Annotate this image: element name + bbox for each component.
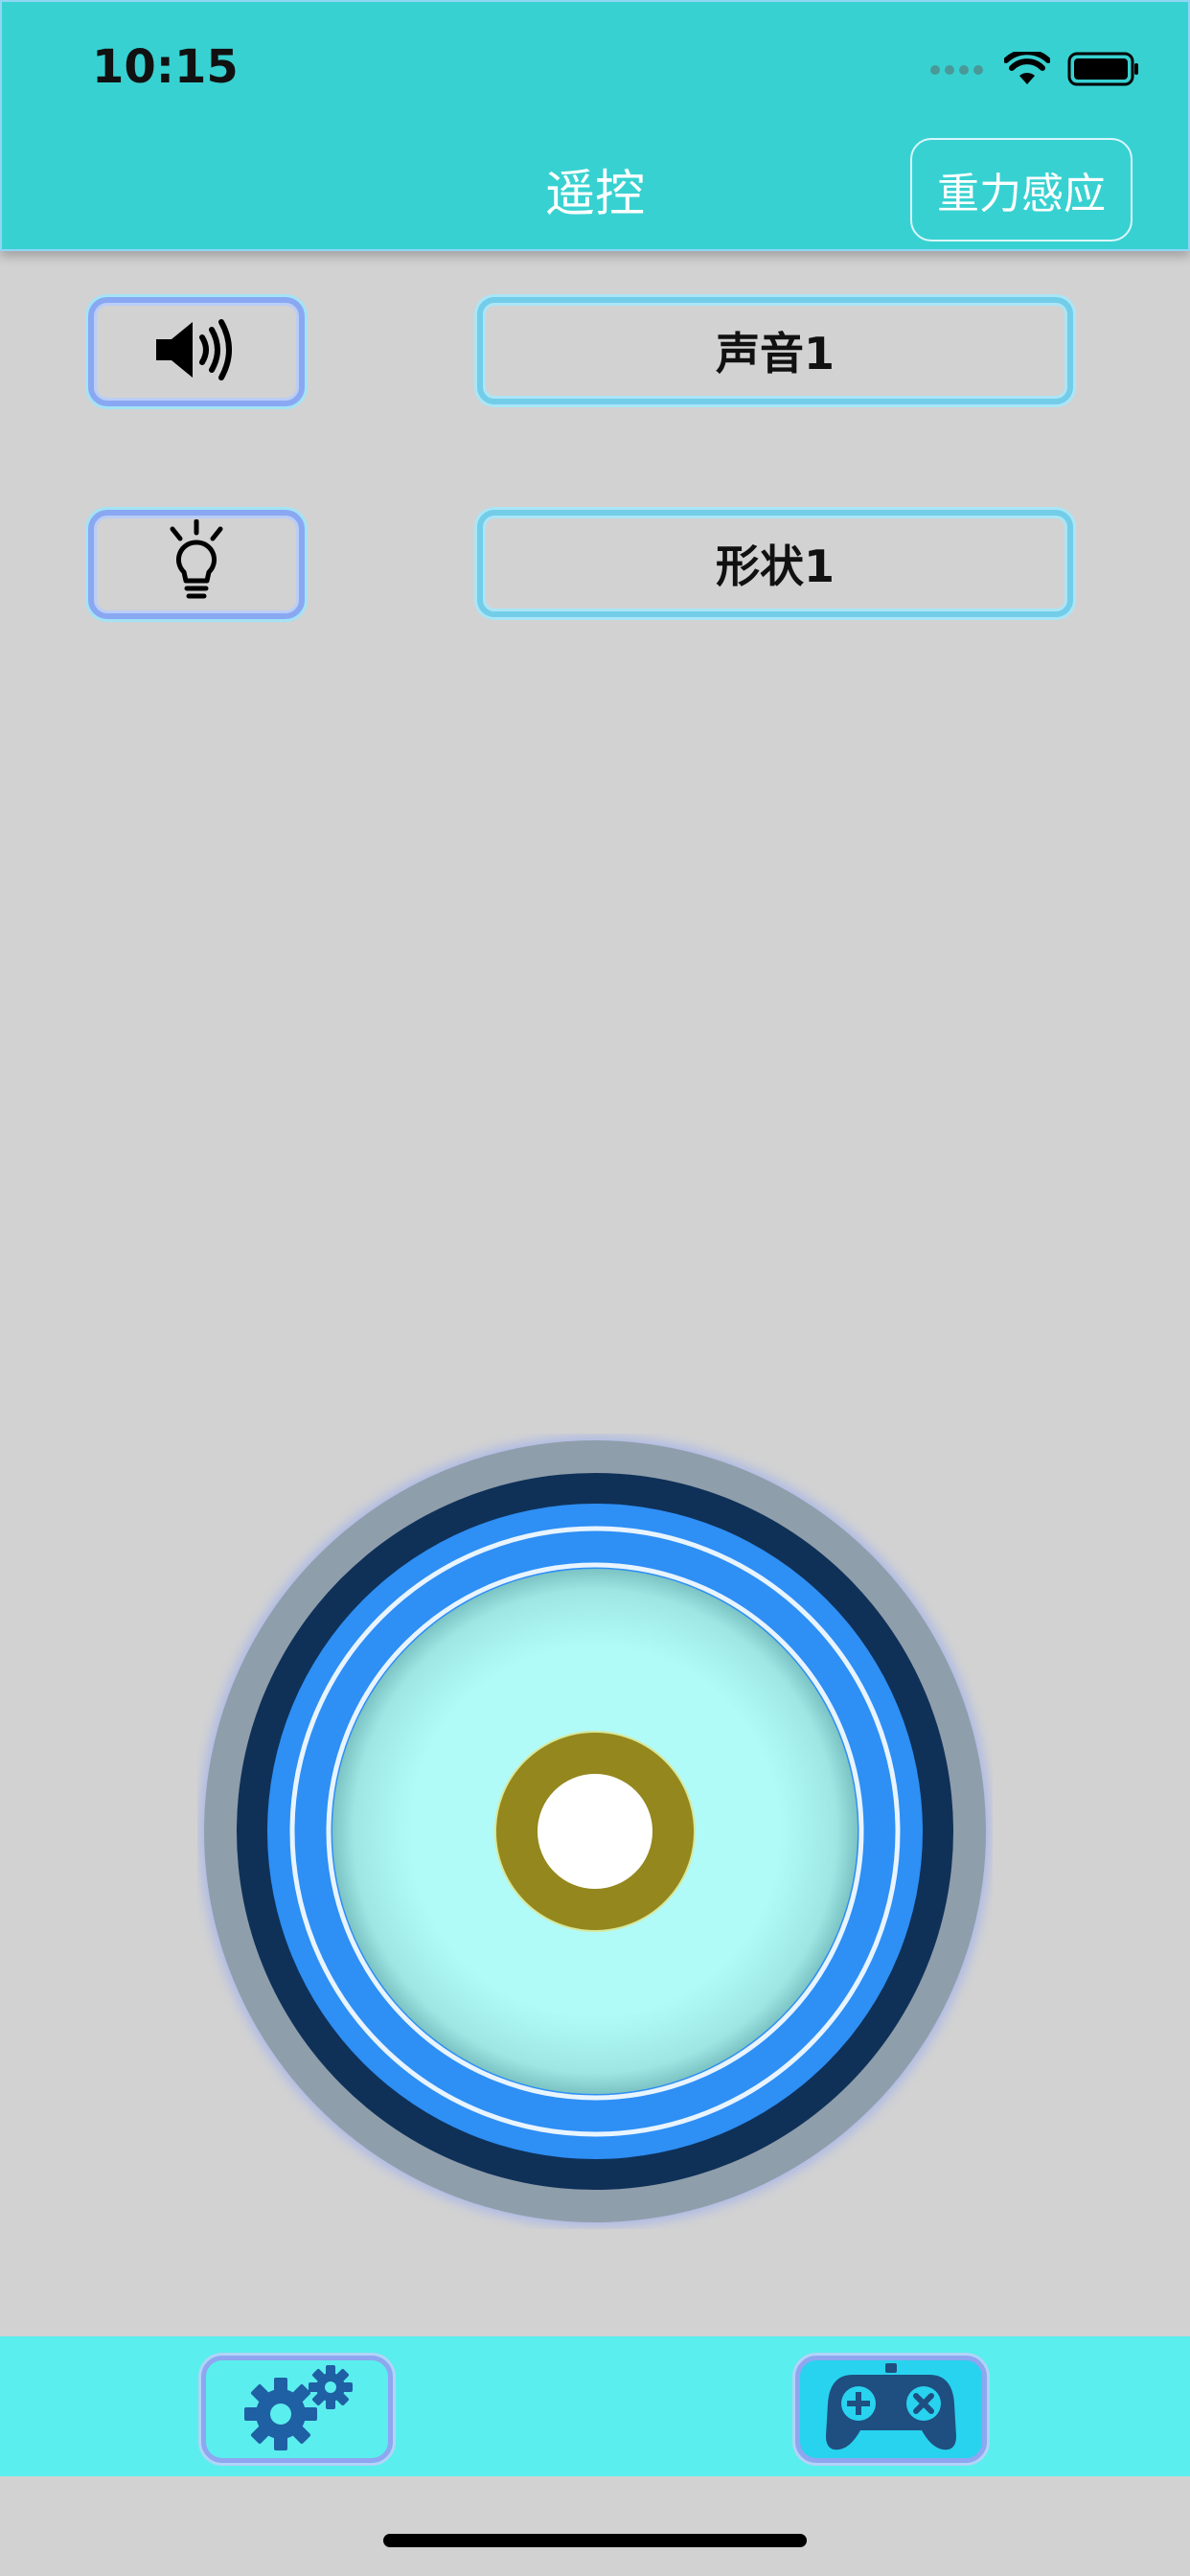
gravity-sensing-button[interactable]: 重力感应: [910, 138, 1133, 242]
speaker-icon: [150, 316, 242, 387]
battery-icon: [1067, 52, 1140, 90]
gamepad-icon: [824, 2361, 958, 2457]
tab-gamepad[interactable]: [795, 2356, 987, 2463]
lightbulb-icon: [163, 518, 230, 610]
light-button[interactable]: [88, 510, 305, 619]
status-icons: [929, 49, 1140, 90]
bottom-tab-bar: [0, 2336, 1190, 2476]
gears-icon: [235, 2364, 359, 2454]
remote-control-screen: 10:15 遥控 重力感应 声音1 形状1: [0, 0, 1190, 2576]
header-bar: 10:15 遥控 重力感应: [0, 0, 1190, 251]
joystick-knob-center: [538, 1774, 652, 1889]
sound-select-button[interactable]: 声音1: [477, 297, 1073, 404]
wifi-icon: [1003, 49, 1051, 90]
shape-select-button[interactable]: 形状1: [477, 510, 1073, 617]
status-time: 10:15: [92, 40, 239, 94]
signal-dots-icon: [929, 62, 987, 80]
sound-button[interactable]: [88, 297, 305, 406]
tab-settings[interactable]: [201, 2356, 393, 2463]
home-indicator: [383, 2534, 807, 2547]
joystick-pad[interactable]: [197, 1434, 993, 2229]
